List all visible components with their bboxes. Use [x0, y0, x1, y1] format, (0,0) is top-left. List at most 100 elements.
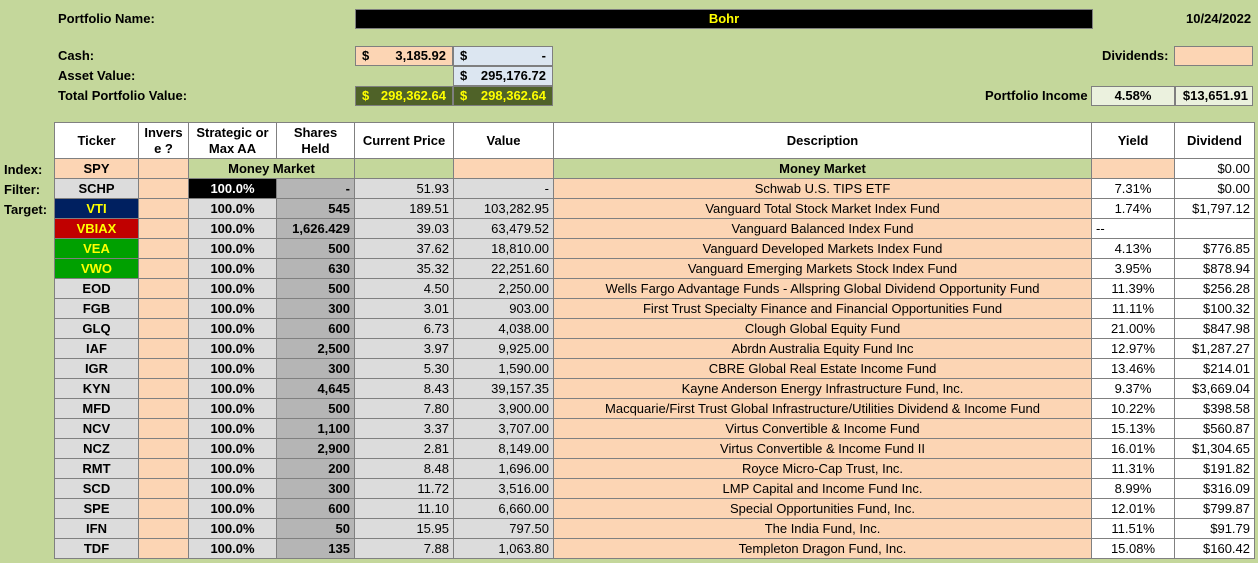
inverse-cell[interactable]	[138, 278, 189, 299]
yield-cell[interactable]: --	[1091, 218, 1175, 239]
dividend-cell[interactable]: $316.09	[1174, 478, 1255, 499]
inverse-cell[interactable]	[138, 358, 189, 379]
price-cell[interactable]: 6.73	[354, 318, 454, 339]
shares-cell[interactable]: 200	[276, 458, 355, 479]
inverse-cell[interactable]	[138, 458, 189, 479]
description-cell[interactable]: Vanguard Emerging Markets Stock Index Fu…	[553, 258, 1092, 279]
col-header-yield[interactable]: Yield	[1091, 122, 1175, 159]
value-cell[interactable]: 3,900.00	[453, 398, 554, 419]
value-cell[interactable]: 39,157.35	[453, 378, 554, 399]
allocation-cell[interactable]: 100.0%	[188, 478, 277, 499]
description-cell[interactable]: LMP Capital and Income Fund Inc.	[553, 478, 1092, 499]
description-cell[interactable]: Abrdn Australia Equity Fund Inc	[553, 338, 1092, 359]
yield-cell[interactable]: 11.39%	[1091, 278, 1175, 299]
ticker-cell[interactable]: GLQ	[54, 318, 139, 339]
description-cell[interactable]: Vanguard Total Stock Market Index Fund	[553, 198, 1092, 219]
inverse-cell[interactable]	[138, 238, 189, 259]
price-cell[interactable]: 39.03	[354, 218, 454, 239]
shares-cell[interactable]: 300	[276, 298, 355, 319]
price-cell[interactable]: 51.93	[354, 178, 454, 199]
allocation-cell[interactable]: 100.0%	[188, 358, 277, 379]
inverse-cell[interactable]	[138, 418, 189, 439]
inverse-cell[interactable]	[138, 198, 189, 219]
yield-cell[interactable]: 11.11%	[1091, 298, 1175, 319]
yield-cell[interactable]: 12.97%	[1091, 338, 1175, 359]
ticker-cell[interactable]: VTI	[54, 198, 139, 219]
index-price[interactable]	[354, 158, 454, 179]
col-header-ticker[interactable]: Ticker	[54, 122, 139, 159]
portfolio-income-pct[interactable]: 4.58%	[1091, 86, 1175, 106]
index-ticker[interactable]: SPY	[54, 158, 139, 179]
allocation-cell[interactable]: 100.0%	[188, 458, 277, 479]
allocation-cell[interactable]: 100.0%	[188, 518, 277, 539]
ticker-cell[interactable]: TDF	[54, 538, 139, 559]
shares-cell[interactable]: 630	[276, 258, 355, 279]
allocation-cell[interactable]: 100.0%	[188, 258, 277, 279]
description-cell[interactable]: Royce Micro-Cap Trust, Inc.	[553, 458, 1092, 479]
shares-cell[interactable]: 600	[276, 318, 355, 339]
price-cell[interactable]: 8.43	[354, 378, 454, 399]
col-header-strategic[interactable]: Strategic or Max AA	[188, 122, 277, 159]
allocation-cell[interactable]: 100.0%	[188, 338, 277, 359]
dividend-cell[interactable]: $1,287.27	[1174, 338, 1255, 359]
cash-secondary-cell[interactable]: $ -	[453, 46, 553, 66]
portfolio-income-amount[interactable]: $13,651.91	[1175, 86, 1253, 106]
dividend-cell[interactable]: $398.58	[1174, 398, 1255, 419]
shares-cell[interactable]: 300	[276, 478, 355, 499]
allocation-cell[interactable]: 100.0%	[188, 238, 277, 259]
description-cell[interactable]: First Trust Specialty Finance and Financ…	[553, 298, 1092, 319]
value-cell[interactable]: 1,696.00	[453, 458, 554, 479]
portfolio-name-field[interactable]: Bohr	[355, 9, 1093, 29]
price-cell[interactable]: 2.81	[354, 438, 454, 459]
inverse-cell[interactable]	[138, 298, 189, 319]
index-dividend[interactable]: $0.00	[1174, 158, 1255, 179]
description-cell[interactable]: Special Opportunities Fund, Inc.	[553, 498, 1092, 519]
ticker-cell[interactable]: NCZ	[54, 438, 139, 459]
index-yield[interactable]	[1091, 158, 1175, 179]
description-cell[interactable]: Wells Fargo Advantage Funds - Allspring …	[553, 278, 1092, 299]
yield-cell[interactable]: 21.00%	[1091, 318, 1175, 339]
inverse-cell[interactable]	[138, 178, 189, 199]
yield-cell[interactable]: 15.08%	[1091, 538, 1175, 559]
dividend-cell[interactable]: $847.98	[1174, 318, 1255, 339]
value-cell[interactable]: 3,516.00	[453, 478, 554, 499]
value-cell[interactable]: 2,250.00	[453, 278, 554, 299]
description-cell[interactable]: Virtus Convertible & Income Fund II	[553, 438, 1092, 459]
allocation-cell[interactable]: 100.0%	[188, 178, 277, 199]
ticker-cell[interactable]: VWO	[54, 258, 139, 279]
ticker-cell[interactable]: IFN	[54, 518, 139, 539]
allocation-cell[interactable]: 100.0%	[188, 418, 277, 439]
total-value-cell[interactable]: $ 298,362.64	[355, 86, 453, 106]
shares-cell[interactable]: 300	[276, 358, 355, 379]
ticker-cell[interactable]: IGR	[54, 358, 139, 379]
description-cell[interactable]: Schwab U.S. TIPS ETF	[553, 178, 1092, 199]
inverse-cell[interactable]	[138, 338, 189, 359]
shares-cell[interactable]: 545	[276, 198, 355, 219]
ticker-cell[interactable]: SPE	[54, 498, 139, 519]
description-cell[interactable]: Kayne Anderson Energy Infrastructure Fun…	[553, 378, 1092, 399]
cash-cell[interactable]: $ 3,185.92	[355, 46, 453, 66]
allocation-cell[interactable]: 100.0%	[188, 378, 277, 399]
ticker-cell[interactable]: NCV	[54, 418, 139, 439]
shares-cell[interactable]: 500	[276, 238, 355, 259]
description-cell[interactable]: Clough Global Equity Fund	[553, 318, 1092, 339]
col-header-value[interactable]: Value	[453, 122, 554, 159]
dividend-cell[interactable]: $214.01	[1174, 358, 1255, 379]
shares-cell[interactable]: 4,645	[276, 378, 355, 399]
shares-cell[interactable]: 1,626.429	[276, 218, 355, 239]
price-cell[interactable]: 11.10	[354, 498, 454, 519]
price-cell[interactable]: 37.62	[354, 238, 454, 259]
dividend-cell[interactable]: $799.87	[1174, 498, 1255, 519]
dividend-cell[interactable]: $1,304.65	[1174, 438, 1255, 459]
col-header-dividend[interactable]: Dividend	[1174, 122, 1255, 159]
price-cell[interactable]: 3.97	[354, 338, 454, 359]
ticker-cell[interactable]: KYN	[54, 378, 139, 399]
price-cell[interactable]: 15.95	[354, 518, 454, 539]
value-cell[interactable]: 903.00	[453, 298, 554, 319]
index-value[interactable]	[453, 158, 554, 179]
description-cell[interactable]: Vanguard Developed Markets Index Fund	[553, 238, 1092, 259]
allocation-cell[interactable]: 100.0%	[188, 218, 277, 239]
price-cell[interactable]: 7.88	[354, 538, 454, 559]
inverse-cell[interactable]	[138, 478, 189, 499]
value-cell[interactable]: 1,590.00	[453, 358, 554, 379]
